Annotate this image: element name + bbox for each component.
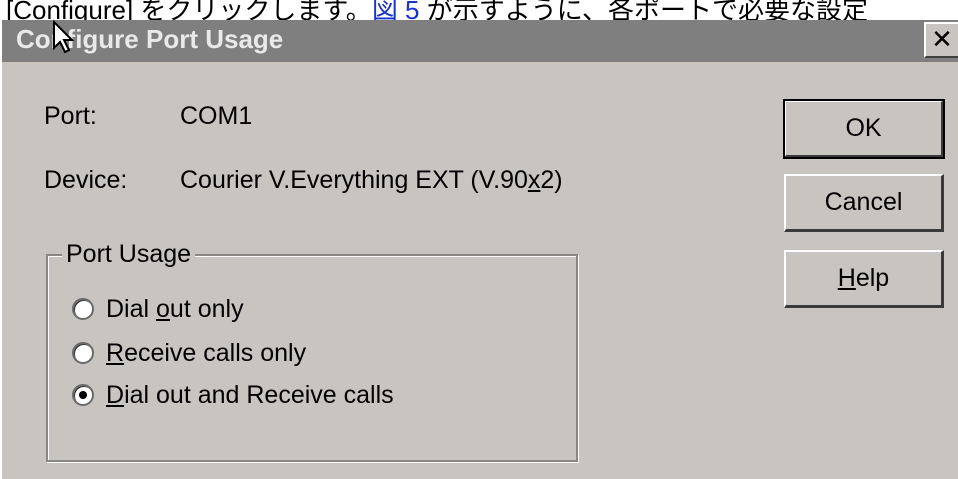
ok-button[interactable]: OK: [783, 99, 945, 159]
radio-label: Dial out only: [106, 294, 244, 323]
device-value: Courier V.Everything EXT (V.90x2): [180, 166, 563, 194]
radio-button[interactable]: [72, 342, 94, 364]
port-usage-group-title: Port Usage: [62, 240, 196, 269]
close-button[interactable]: ✕: [924, 22, 958, 58]
radio-selected-dot: [79, 391, 87, 399]
radio-button[interactable]: [72, 384, 94, 406]
radio-dial-out-only[interactable]: Dial out only: [72, 292, 244, 326]
radio-button[interactable]: [72, 298, 94, 320]
radio-label: Dial out and Receive calls: [106, 380, 394, 409]
configure-port-usage-dialog: Configure Port Usage ✕ Port: COM1 Device…: [0, 19, 958, 479]
port-label: Port:: [44, 102, 97, 130]
device-label: Device:: [44, 166, 128, 194]
port-value: COM1: [180, 102, 253, 130]
radio-label: Receive calls only: [106, 338, 307, 367]
help-button[interactable]: Help: [784, 250, 944, 308]
mouse-cursor-icon: [53, 19, 75, 54]
figure-link[interactable]: 図 5: [372, 0, 420, 20]
cancel-button[interactable]: Cancel: [784, 174, 944, 232]
page-text-strip: [Configure] をクリックします。図 5 が示すように、各ポートで必要な…: [0, 0, 958, 20]
close-icon: ✕: [931, 24, 953, 54]
radio-receive-calls-only[interactable]: Receive calls only: [72, 336, 306, 370]
title-bar: Configure Port Usage ✕: [2, 20, 958, 62]
page-instruction-text: [Configure] をクリックします。図 5 が示すように、各ポートで必要な…: [6, 0, 868, 20]
radio-dial-out-and-receive[interactable]: Dial out and Receive calls: [72, 378, 394, 412]
